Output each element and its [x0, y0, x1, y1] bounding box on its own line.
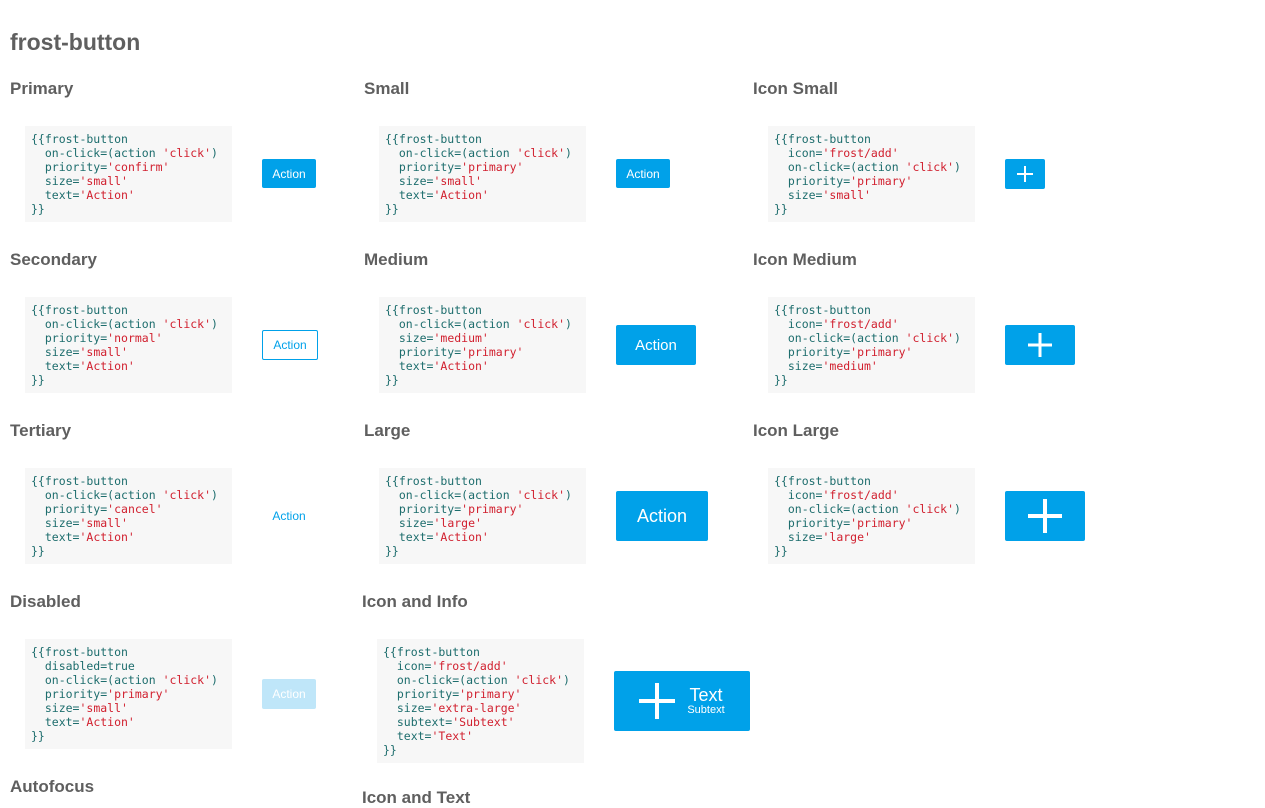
tertiary-action-button[interactable]: Action: [262, 501, 316, 530]
icon-small-button[interactable]: [1005, 159, 1045, 189]
medium-action-button[interactable]: Action: [616, 325, 696, 365]
secondary-action-button[interactable]: Action: [262, 330, 318, 360]
plus-icon: [1028, 333, 1052, 357]
section-title-icon-small: Icon Small: [753, 79, 839, 98]
code-sample-small: {{frost-button on-click=(action 'click')…: [379, 126, 586, 222]
small-action-button[interactable]: Action: [616, 159, 670, 188]
primary-action-button[interactable]: Action: [262, 159, 316, 188]
section-title-disabled: Disabled: [10, 592, 81, 611]
section-title-icon-medium: Icon Medium: [753, 250, 857, 269]
code-sample-secondary: {{frost-button on-click=(action 'click')…: [25, 297, 232, 393]
large-action-button[interactable]: Action: [616, 491, 708, 541]
icon-and-info-button[interactable]: Text Subtext: [614, 671, 750, 731]
plus-icon: [1017, 166, 1033, 182]
code-sample-large: {{frost-button on-click=(action 'click')…: [379, 468, 586, 564]
section-title-small: Small: [364, 79, 410, 98]
code-sample-tertiary: {{frost-button on-click=(action 'click')…: [25, 468, 232, 564]
code-sample-primary: {{frost-button on-click=(action 'click')…: [25, 126, 232, 222]
section-title-primary: Primary: [10, 79, 74, 98]
button-text-group: Text Subtext: [687, 686, 724, 716]
page-title: frost-button: [10, 29, 141, 55]
icon-medium-button[interactable]: [1005, 325, 1075, 365]
section-title-icon-large: Icon Large: [753, 421, 839, 440]
code-sample-icon-medium: {{frost-button icon='frost/add' on-click…: [768, 297, 975, 393]
plus-icon: [1028, 499, 1062, 533]
button-subtext: Subtext: [687, 704, 725, 716]
section-title-icon-and-text: Icon and Text: [362, 788, 471, 807]
button-text: Text: [689, 685, 723, 705]
code-sample-icon-small: {{frost-button icon='frost/add' on-click…: [768, 126, 975, 222]
section-title-large: Large: [364, 421, 411, 440]
plus-icon: [639, 683, 675, 719]
disabled-action-button: Action: [262, 679, 316, 709]
section-title-medium: Medium: [364, 250, 429, 269]
section-title-autofocus: Autofocus: [10, 777, 95, 796]
code-sample-disabled: {{frost-button disabled=true on-click=(a…: [25, 639, 232, 749]
icon-large-button[interactable]: [1005, 491, 1085, 541]
code-sample-icon-large: {{frost-button icon='frost/add' on-click…: [768, 468, 975, 564]
section-title-tertiary: Tertiary: [10, 421, 72, 440]
code-sample-icon-and-info: {{frost-button icon='frost/add' on-click…: [377, 639, 584, 763]
code-sample-medium: {{frost-button on-click=(action 'click')…: [379, 297, 586, 393]
section-title-secondary: Secondary: [10, 250, 97, 269]
section-title-icon-and-info: Icon and Info: [362, 592, 468, 611]
